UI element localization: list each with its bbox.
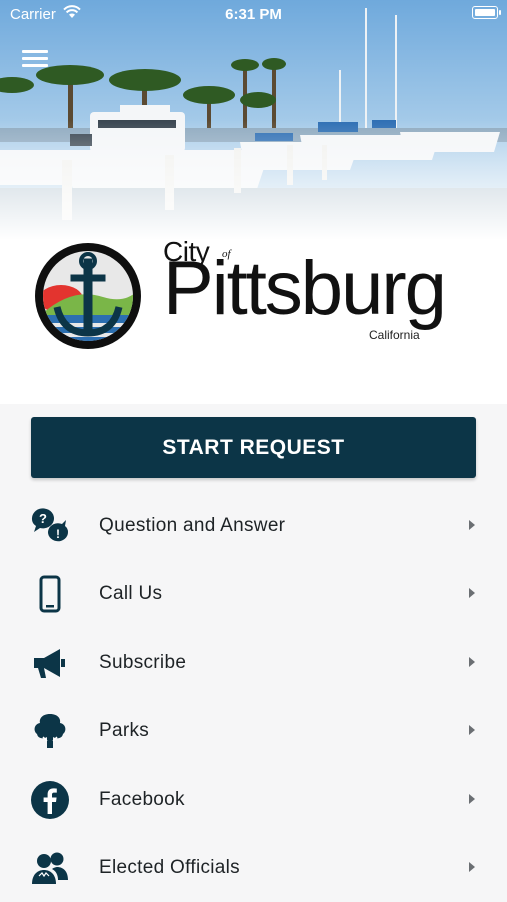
menu-item-parks[interactable]: Parks [0, 697, 507, 765]
people-icon [32, 852, 68, 884]
start-request-button[interactable]: START REQUEST [31, 417, 476, 478]
facebook-icon [31, 780, 69, 819]
tree-icon [34, 714, 66, 749]
menu-item-label: Call Us [99, 583, 163, 605]
marina-photo [0, 0, 507, 240]
menu-item-label: Subscribe [99, 651, 187, 673]
menu-item-subscribe[interactable]: Subscribe [0, 629, 507, 697]
menu-item-label: Question and Answer [99, 515, 286, 536]
menu-item-label: Elected Officials [99, 856, 240, 878]
status-time: 6:31 PM [225, 6, 282, 23]
menu-item-question-and-answer[interactable]: ? ! Question and Answer [0, 492, 507, 560]
logo-state-text: California [369, 328, 420, 342]
menu-item-label: Parks [99, 720, 150, 742]
logo-name-text: Pittsburg [163, 246, 447, 331]
chevron-right-icon [469, 520, 475, 530]
chevron-right-icon [469, 725, 475, 736]
status-bar: Carrier 6:31 PM [0, 0, 507, 28]
question-answer-icon: ? ! [31, 508, 69, 542]
chevron-right-icon [469, 793, 475, 804]
city-seal-logo [35, 243, 141, 349]
chevron-right-icon [469, 656, 475, 667]
svg-text:?: ? [39, 511, 47, 526]
menu-list: ? ! Question and Answer Call Us Subscrib… [0, 492, 507, 902]
menu-item-call-us[interactable]: Call Us [0, 560, 507, 628]
menu-item-label: Facebook [99, 788, 185, 810]
chevron-right-icon [469, 861, 475, 872]
menu-item-elected-officials[interactable]: Elected Officials [0, 834, 507, 902]
phone-icon [39, 575, 61, 613]
hamburger-menu-icon[interactable] [22, 50, 48, 70]
chevron-right-icon [469, 588, 475, 599]
menu-item-facebook[interactable]: Facebook [0, 766, 507, 834]
megaphone-icon [34, 648, 65, 678]
header-hero: Carrier 6:31 PM City of Pittsburg Califo… [0, 0, 507, 404]
battery-icon [472, 6, 501, 19]
svg-text:!: ! [56, 527, 60, 541]
